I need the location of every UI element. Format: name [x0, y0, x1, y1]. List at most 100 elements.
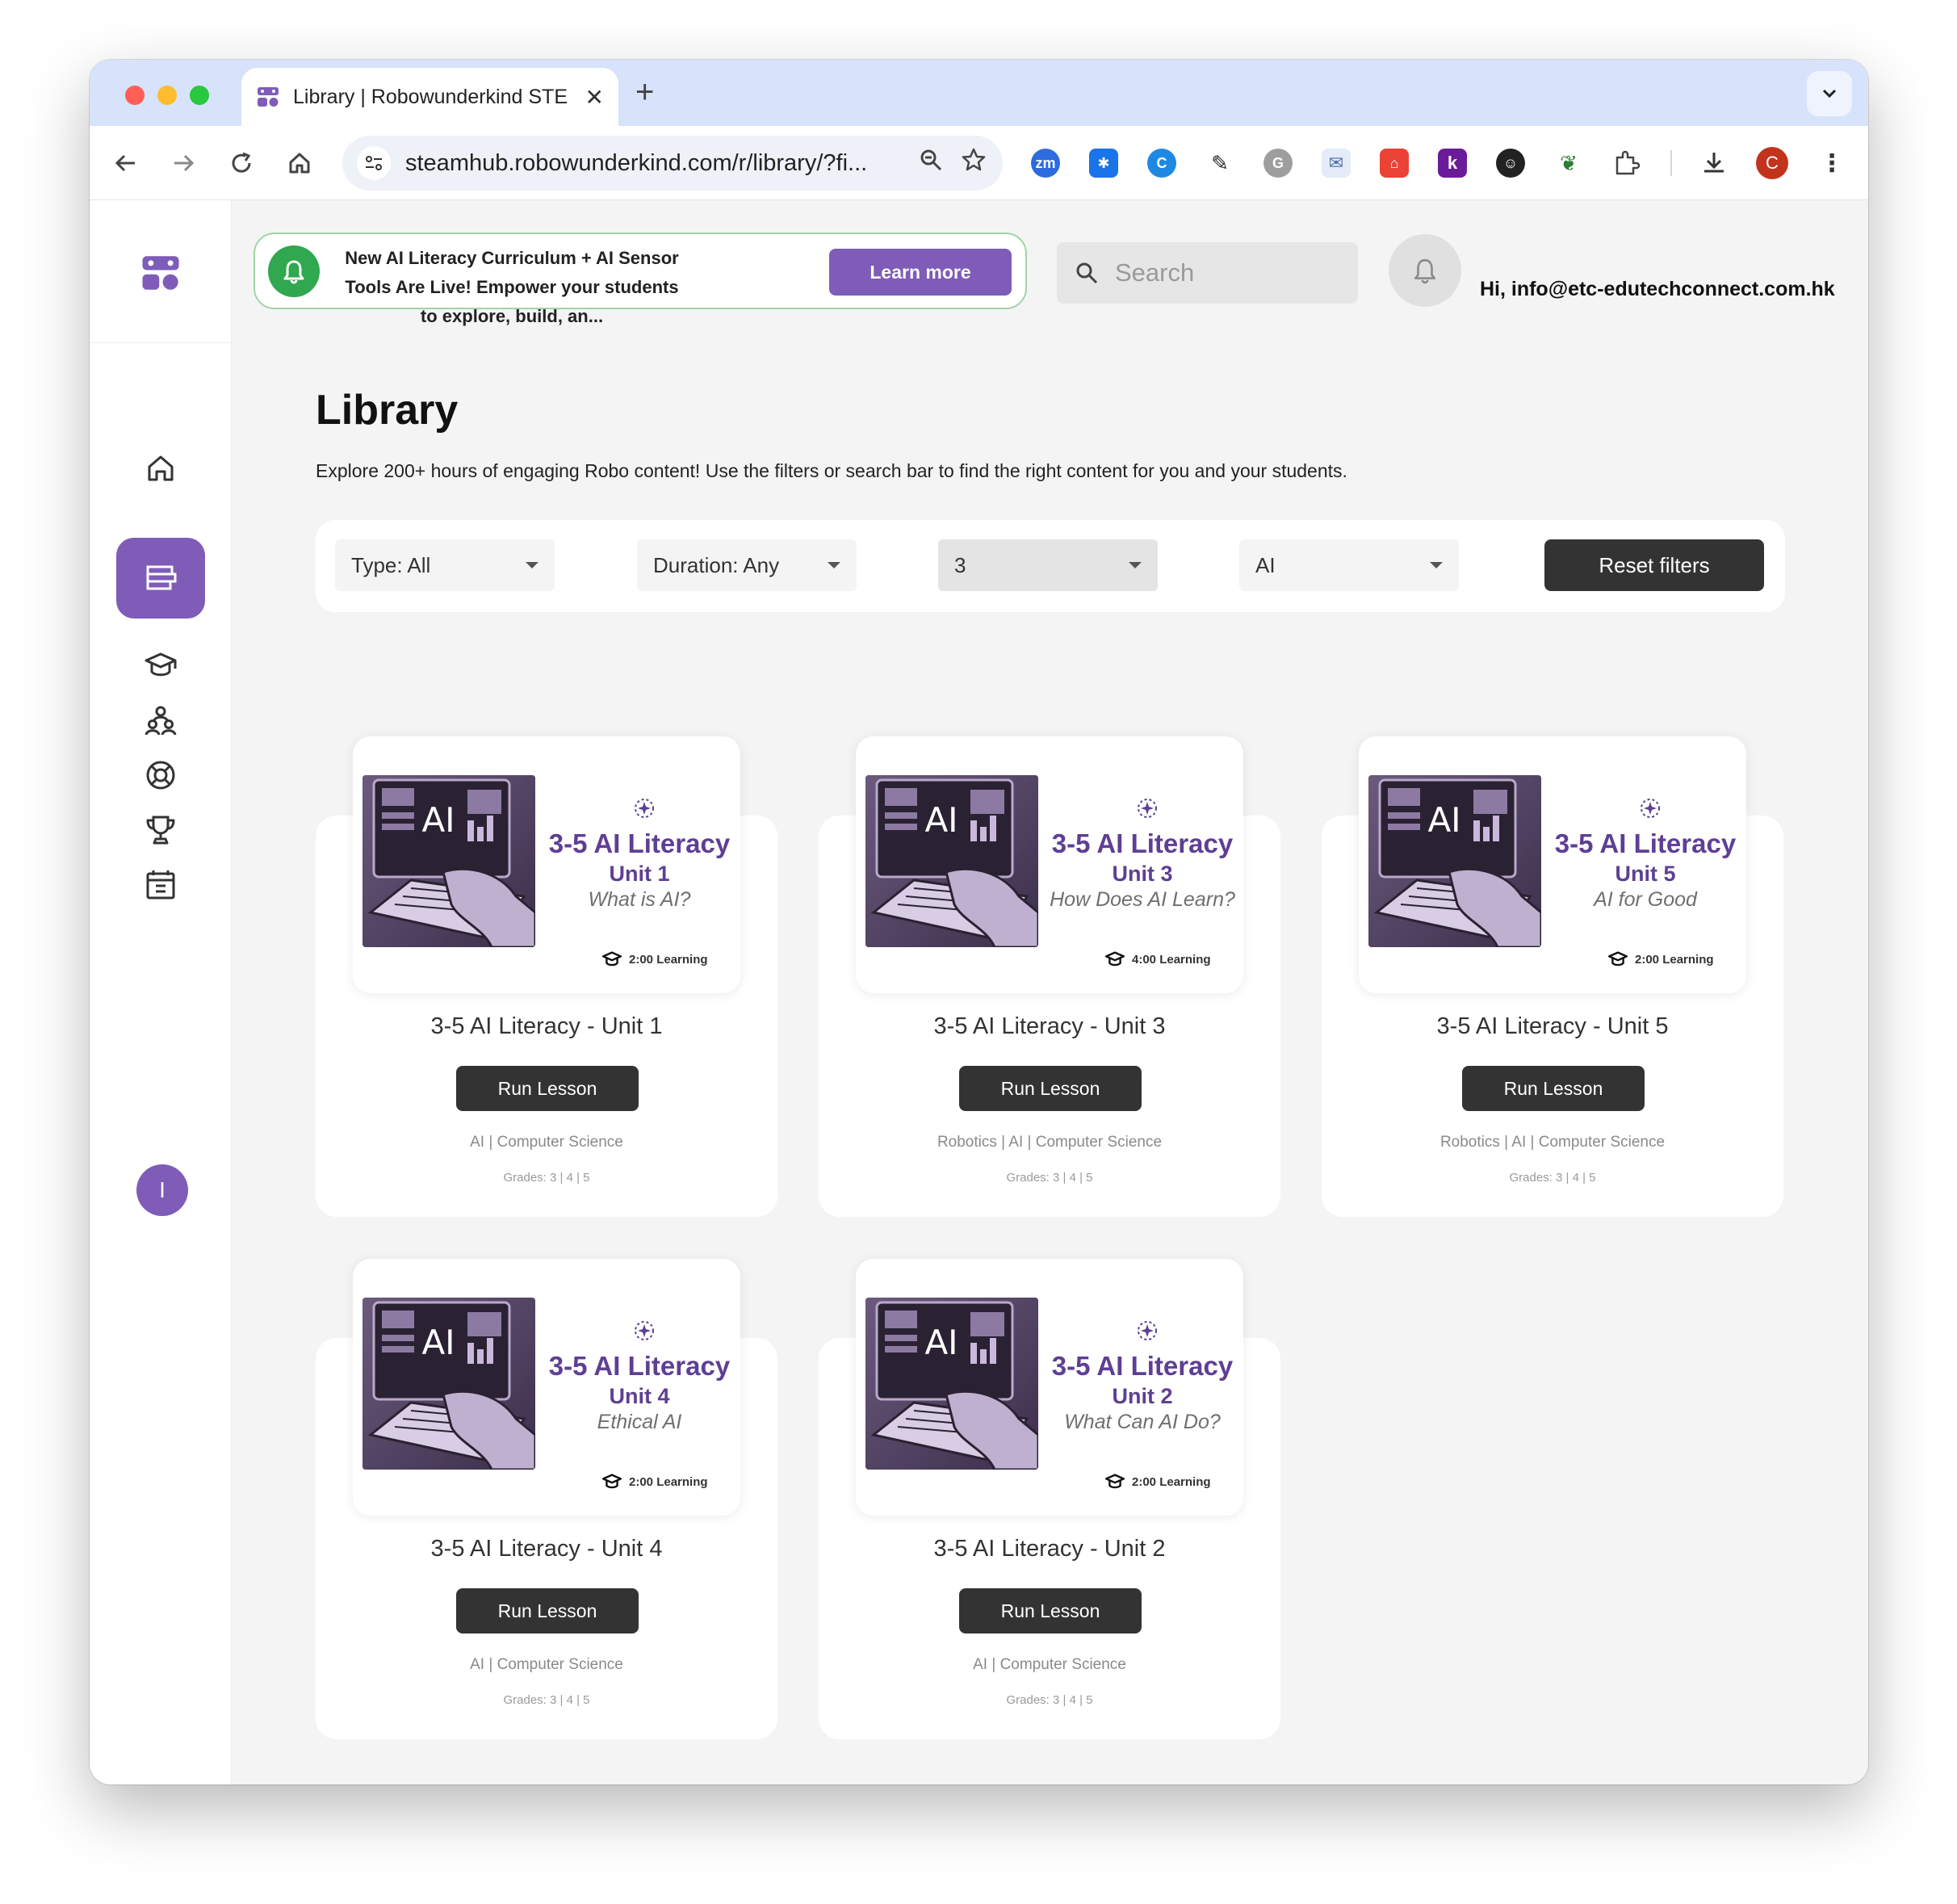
user-avatar[interactable]: I: [136, 1164, 188, 1216]
run-lesson-button[interactable]: Run Lesson: [456, 1588, 639, 1633]
subject-tags: Robotics | AI | Computer Science: [937, 1134, 1163, 1151]
run-lesson-button[interactable]: Run Lesson: [959, 1588, 1142, 1633]
eyedropper-extension-icon[interactable]: ✎: [1205, 149, 1234, 178]
site-favicon-icon: [256, 85, 280, 109]
notifications-button[interactable]: [1389, 234, 1461, 307]
g-extension-icon[interactable]: G: [1263, 149, 1293, 178]
back-button[interactable]: [107, 144, 145, 182]
subject-tags: AI | Computer Science: [470, 1656, 623, 1673]
lesson-thumbnail[interactable]: AI 3-5 AI Literacy Unit 1 What is AI? 2:…: [353, 736, 740, 993]
sidebar-item-classes[interactable]: [134, 694, 187, 747]
grade-levels: Grades: 3 | 4 | 5: [503, 1693, 590, 1707]
run-lesson-button[interactable]: Run Lesson: [456, 1066, 639, 1111]
run-lesson-button[interactable]: Run Lesson: [959, 1066, 1142, 1111]
bell-icon: [1414, 258, 1436, 284]
library-icon: [146, 565, 177, 590]
thumbnail-topic: How Does AI Learn?: [1050, 888, 1235, 911]
thumbnail-topic: Ethical AI: [597, 1411, 682, 1433]
lesson-card[interactable]: AI 3-5 AI Literacy Unit 4 Ethical AI 2:0…: [316, 1259, 777, 1739]
sidebar-item-home[interactable]: [134, 442, 187, 495]
snowflake-extension-icon[interactable]: ✱: [1089, 149, 1118, 178]
home-icon: [148, 455, 174, 481]
lesson-thumbnail[interactable]: AI 3-5 AI Literacy Unit 3 How Does AI Le…: [856, 736, 1243, 993]
duration-text: 2:00 Learning: [1132, 1474, 1211, 1489]
calendar-icon: [146, 870, 175, 900]
grade-filter-select[interactable]: 3: [938, 539, 1158, 591]
red-extension-icon[interactable]: ⌂: [1380, 149, 1409, 178]
k-extension-icon[interactable]: k: [1438, 149, 1467, 178]
thumbnail-unit: Unit 2: [1112, 1384, 1173, 1408]
dropdown-arrow-icon: [1430, 562, 1443, 568]
sidebar-item-learning[interactable]: [134, 639, 187, 692]
graduation-cap-icon: [145, 652, 177, 677]
run-lesson-button[interactable]: Run Lesson: [1462, 1066, 1645, 1111]
thumbnail-unit: Unit 3: [1112, 862, 1173, 886]
zoom-extension-icon[interactable]: zm: [1031, 149, 1060, 178]
ai-screen-label: AI: [1427, 800, 1460, 840]
site-settings-icon[interactable]: [357, 146, 391, 180]
sparkle-icon: [1138, 1321, 1157, 1340]
duration-filter-select[interactable]: Duration: Any: [637, 539, 857, 591]
learn-more-button[interactable]: Learn more: [829, 249, 1012, 296]
close-window-button[interactable]: [125, 86, 145, 105]
tab-title: Library | Robowunderkind STE: [293, 85, 568, 108]
thumbnail-title: 3-5 AI Literacy: [1051, 1351, 1234, 1381]
sidebar: I: [90, 200, 232, 1784]
tab-bar: Library | Robowunderkind STE ✕ +: [90, 60, 1868, 126]
type-filter-select[interactable]: Type: All: [335, 539, 555, 591]
lesson-title: 3-5 AI Literacy - Unit 5: [1436, 1013, 1669, 1039]
lesson-card[interactable]: AI 3-5 AI Literacy Unit 3 How Does AI Le…: [819, 736, 1280, 1217]
reload-button[interactable]: [222, 144, 261, 182]
reset-filters-button[interactable]: Reset filters: [1544, 539, 1764, 591]
sparkle-icon: [1138, 799, 1157, 818]
download-icon[interactable]: [1699, 149, 1729, 178]
home-button[interactable]: [280, 144, 319, 182]
lesson-title: 3-5 AI Literacy - Unit 2: [933, 1536, 1166, 1562]
forward-button[interactable]: [164, 144, 203, 182]
search-bar[interactable]: Search: [1057, 242, 1358, 304]
lesson-thumbnail[interactable]: AI 3-5 AI Literacy Unit 2 What Can AI Do…: [856, 1259, 1243, 1516]
sidebar-item-achievements[interactable]: [134, 803, 187, 857]
ai-computer-illustration: AI: [362, 1298, 535, 1470]
sidebar-item-calendar[interactable]: [134, 858, 187, 912]
leaf-extension-icon[interactable]: ❦: [1554, 149, 1583, 178]
ai-computer-illustration: AI: [362, 775, 535, 947]
maximize-window-button[interactable]: [190, 86, 209, 105]
address-bar[interactable]: steamhub.robowunderkind.com/r/library/?f…: [342, 136, 1003, 191]
reload-icon: [232, 152, 251, 173]
lesson-thumbnail[interactable]: AI 3-5 AI Literacy Unit 5 AI for Good 2:…: [1359, 736, 1746, 993]
lesson-card[interactable]: AI 3-5 AI Literacy Unit 2 What Can AI Do…: [819, 1259, 1280, 1739]
subject-filter-select[interactable]: AI: [1239, 539, 1459, 591]
grade-levels: Grades: 3 | 4 | 5: [1509, 1171, 1596, 1185]
new-tab-button[interactable]: +: [635, 76, 654, 108]
search-input[interactable]: Search: [1115, 258, 1194, 287]
duration-text: 2:00 Learning: [1635, 952, 1714, 967]
profile-avatar[interactable]: C: [1756, 147, 1788, 179]
url-text: steamhub.robowunderkind.com/r/library/?f…: [405, 149, 868, 176]
mail-extension-icon[interactable]: ✉: [1322, 149, 1351, 178]
c-extension-icon[interactable]: C: [1147, 149, 1176, 178]
ai-computer-illustration: AI: [865, 775, 1038, 947]
sidebar-item-library[interactable]: [116, 538, 205, 619]
minimize-window-button[interactable]: [157, 86, 177, 105]
zoom-icon[interactable]: [919, 148, 943, 178]
sidebar-item-support[interactable]: [134, 749, 187, 802]
user-greeting: Hi, info@etc-edutechconnect.com.hk: [1480, 278, 1835, 300]
graduation-cap-icon: [1608, 951, 1628, 967]
grade-levels: Grades: 3 | 4 | 5: [503, 1171, 590, 1185]
robowunderkind-logo[interactable]: [140, 252, 182, 294]
face-extension-icon[interactable]: ☺: [1496, 149, 1525, 178]
browser-menu-icon[interactable]: ⋮: [1817, 149, 1846, 178]
lesson-card[interactable]: AI 3-5 AI Literacy Unit 5 AI for Good 2:…: [1322, 736, 1783, 1217]
browser-tab[interactable]: Library | Robowunderkind STE ✕: [241, 68, 618, 126]
bookmark-star-icon[interactable]: [961, 147, 987, 179]
lesson-card[interactable]: AI 3-5 AI Literacy Unit 1 What is AI? 2:…: [316, 736, 777, 1217]
sparkle-icon: [1641, 799, 1660, 818]
extensions-puzzle-icon[interactable]: [1612, 149, 1641, 178]
toolbar-divider: [1670, 150, 1672, 176]
tab-search-button[interactable]: [1807, 71, 1852, 116]
thumbnail-unit: Unit 5: [1615, 862, 1676, 886]
thumbnail-topic: What is AI?: [588, 888, 691, 911]
close-tab-icon[interactable]: ✕: [585, 84, 604, 111]
lesson-thumbnail[interactable]: AI 3-5 AI Literacy Unit 4 Ethical AI 2:0…: [353, 1259, 740, 1516]
